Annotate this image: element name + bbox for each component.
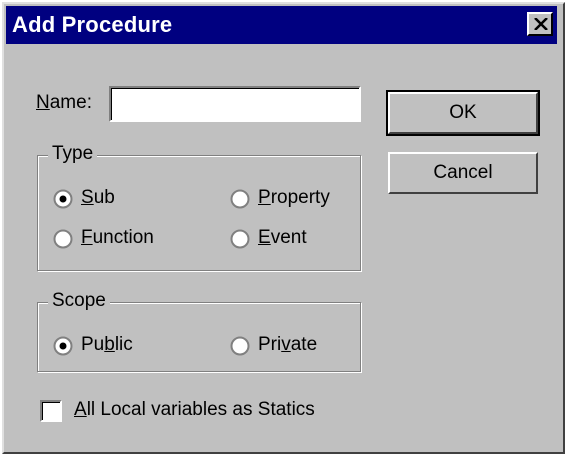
type-option-label: Function: [81, 227, 154, 248]
type-group-legend: Type: [48, 143, 98, 165]
name-label: Name:: [36, 92, 92, 113]
radio-button-icon[interactable]: [230, 229, 250, 249]
close-icon: [534, 18, 548, 30]
close-button[interactable]: [527, 12, 553, 36]
name-input[interactable]: [111, 88, 359, 120]
ok-button[interactable]: OK: [386, 90, 540, 136]
window-title: Add Procedure: [12, 12, 173, 37]
statics-checkbox-label: All Local variables as Statics: [74, 399, 315, 420]
scope-group-legend: Scope: [48, 290, 110, 312]
title-bar: Add Procedure: [6, 6, 557, 44]
radio-button-icon[interactable]: [230, 336, 250, 356]
scope-option-label: Public: [81, 334, 133, 355]
cancel-button[interactable]: Cancel: [388, 152, 538, 194]
radio-button-icon[interactable]: [53, 189, 73, 209]
name-field[interactable]: [109, 86, 361, 122]
radio-button-icon[interactable]: [230, 189, 250, 209]
type-option-label: Property: [258, 187, 330, 208]
scope-option-label: Private: [258, 334, 318, 355]
type-group: Type: [37, 143, 361, 271]
type-option-label: Sub: [81, 187, 115, 208]
type-option-label: Event: [258, 227, 307, 248]
radio-button-icon[interactable]: [53, 336, 73, 356]
radio-button-icon[interactable]: [53, 229, 73, 249]
statics-checkbox[interactable]: [40, 400, 62, 422]
